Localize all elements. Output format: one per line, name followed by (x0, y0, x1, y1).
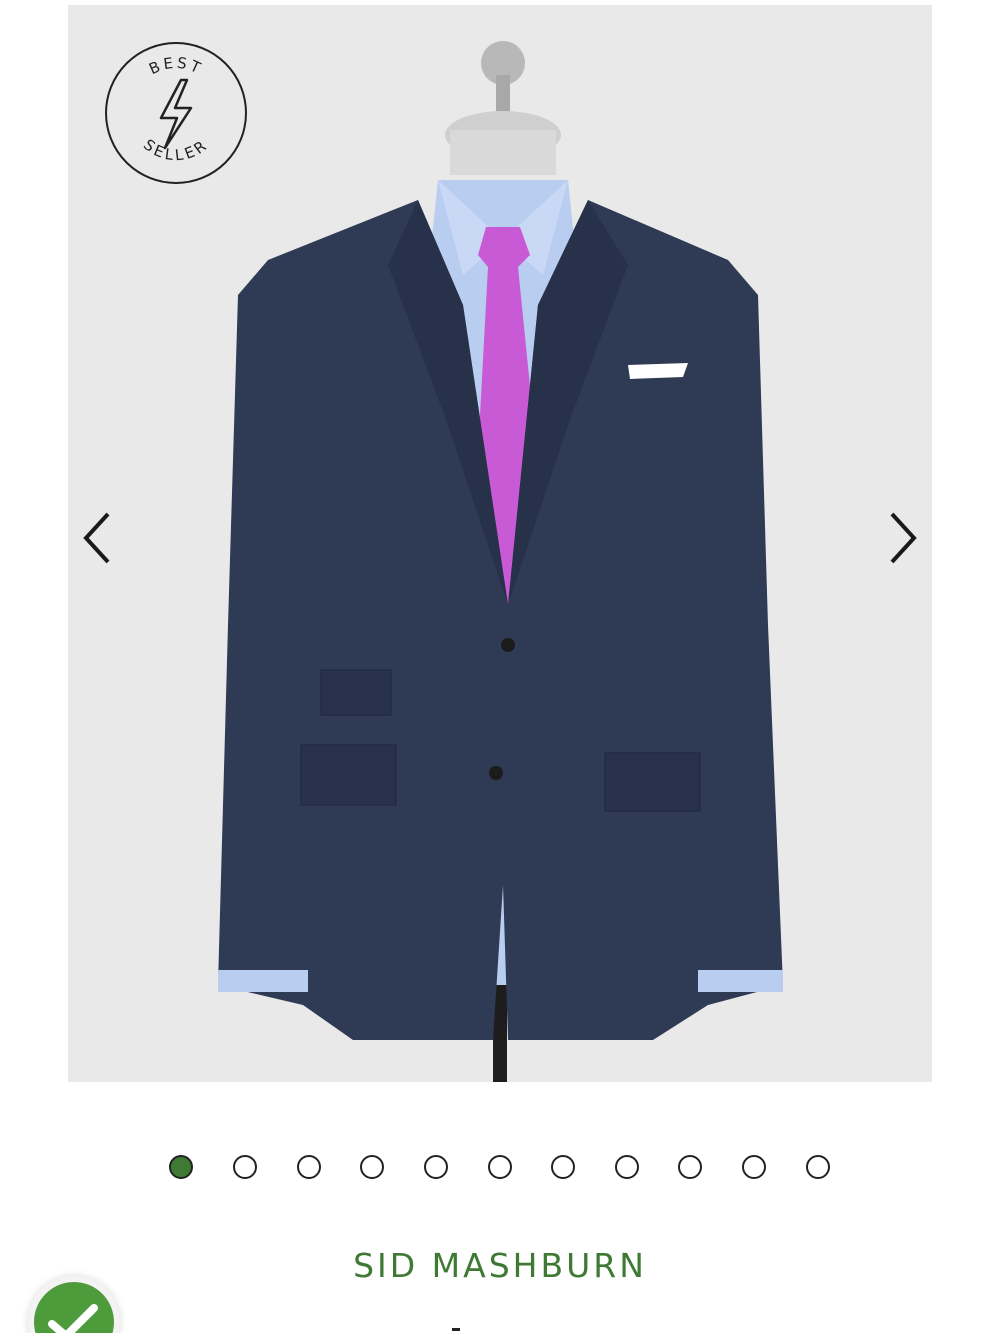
best-seller-badge: BEST SELLER (105, 42, 247, 184)
chevron-right-icon (890, 512, 917, 564)
carousel-dot[interactable] (551, 1155, 575, 1179)
carousel-dot[interactable] (742, 1155, 766, 1179)
checkmark-icon (48, 1304, 98, 1333)
trust-badge[interactable] (28, 1276, 120, 1333)
carousel-dot[interactable] (360, 1155, 384, 1179)
badge-bottom-text: SELLER (140, 135, 212, 164)
product-page: BEST SELLER SID MASHBURN (0, 0, 1000, 1333)
carousel-dot[interactable] (424, 1155, 448, 1179)
carousel-dot[interactable] (297, 1155, 321, 1179)
price-text-fragment (452, 1328, 460, 1331)
carousel-dot[interactable] (169, 1155, 193, 1179)
product-brand-link[interactable]: SID MASHBURN (0, 1246, 1000, 1285)
trust-badge-inner (34, 1282, 114, 1333)
product-image-gallery[interactable]: BEST SELLER (68, 5, 932, 1082)
previous-image-button[interactable] (68, 505, 128, 571)
carousel-dot[interactable] (678, 1155, 702, 1179)
carousel-dot[interactable] (233, 1155, 257, 1179)
carousel-dot[interactable] (806, 1155, 830, 1179)
chevron-left-icon (83, 512, 110, 564)
carousel-dot[interactable] (615, 1155, 639, 1179)
next-image-button[interactable] (872, 505, 932, 571)
lightning-bolt-icon (159, 78, 193, 150)
badge-top-text: BEST (146, 54, 206, 78)
carousel-dot[interactable] (488, 1155, 512, 1179)
carousel-pagination (0, 1155, 1000, 1183)
